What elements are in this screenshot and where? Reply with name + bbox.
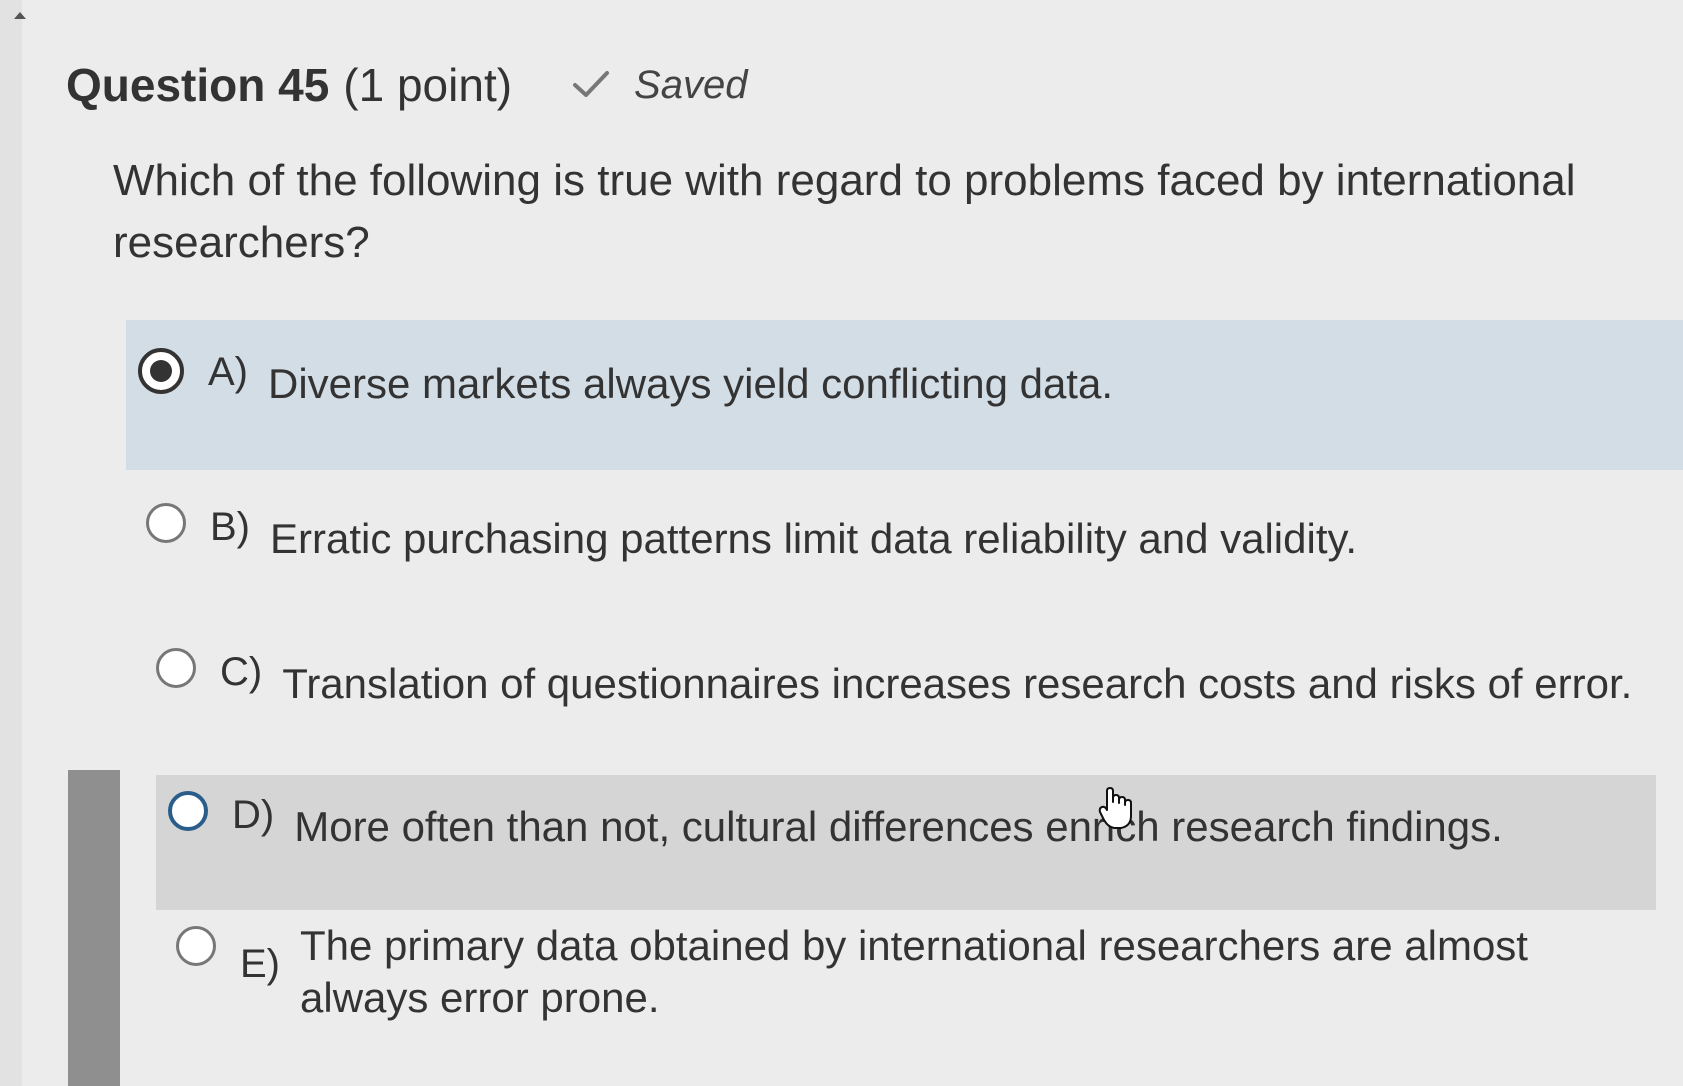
checkmark-icon	[573, 71, 610, 97]
option-b[interactable]: B) Erratic purchasing patterns limit dat…	[134, 485, 1683, 595]
option-text: The primary data obtained by internation…	[300, 922, 1528, 1021]
option-c[interactable]: C) Translation of questionnaires increas…	[144, 630, 1683, 740]
radio-a[interactable]	[138, 348, 184, 394]
question-header: Question 45 (1 point) Saved	[66, 58, 747, 112]
question-accent-bar	[68, 770, 120, 1086]
option-d[interactable]: D) More often than not, cultural differe…	[156, 775, 1656, 910]
scrollbar[interactable]	[0, 0, 26, 1086]
radio-c[interactable]	[156, 648, 196, 688]
option-letter: A)	[208, 350, 248, 394]
scroll-up-arrow-icon[interactable]	[14, 12, 26, 19]
radio-d[interactable]	[168, 791, 208, 831]
option-text: Diverse markets always yield conflicting…	[268, 360, 1114, 407]
option-text: Translation of questionnaires increases …	[282, 660, 1633, 707]
question-title: Question 45	[66, 59, 330, 111]
option-letter: E)	[240, 942, 280, 986]
hand-pointer-icon	[1098, 787, 1132, 829]
question-text: Which of the following is true with rega…	[113, 156, 1576, 267]
option-a[interactable]: A) Diverse markets always yield conflict…	[126, 320, 1683, 470]
option-letter: D)	[232, 793, 275, 837]
option-letter: C)	[220, 650, 263, 694]
radio-e[interactable]	[176, 926, 216, 966]
option-e[interactable]: E) The primary data obtained by internat…	[164, 912, 1683, 1052]
save-status: Saved	[572, 63, 747, 108]
option-text: Erratic purchasing patterns limit data r…	[270, 515, 1358, 562]
option-letter: B)	[210, 505, 250, 549]
question-points: (1 point)	[343, 59, 513, 111]
option-text: More often than not, cultural difference…	[294, 803, 1503, 850]
radio-b[interactable]	[146, 503, 186, 543]
saved-label: Saved	[634, 62, 748, 107]
